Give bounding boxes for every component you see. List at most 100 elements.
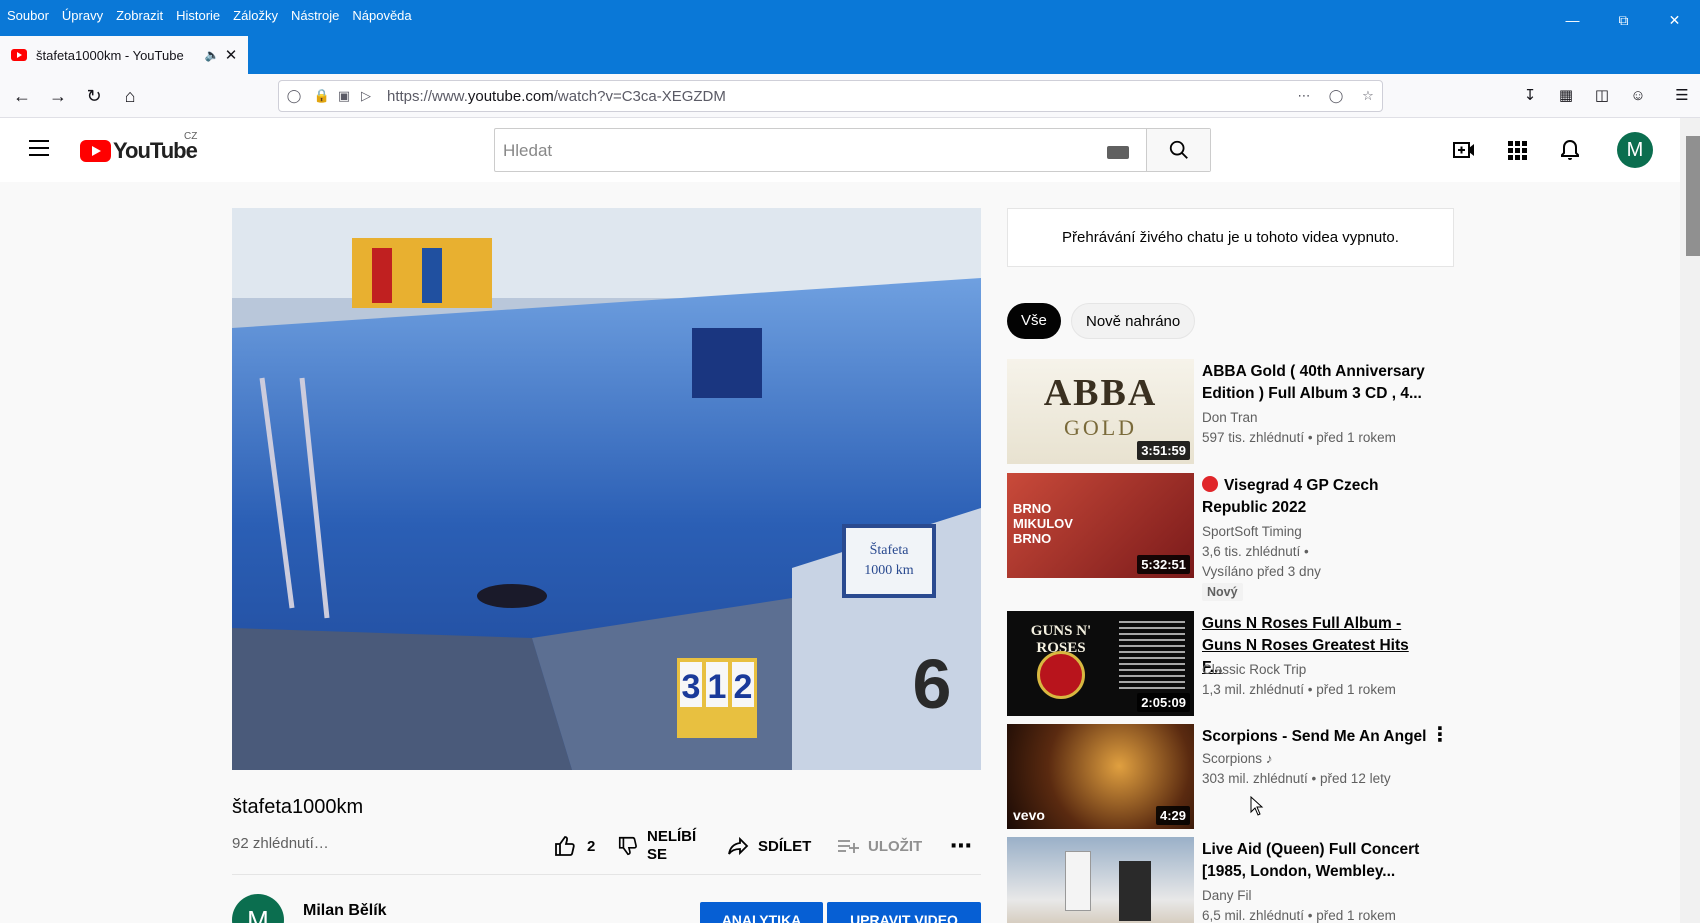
streamed-date: Vysíláno před 3 dny — [1202, 564, 1321, 579]
tab-title: štafeta1000km - YouTube — [36, 47, 184, 63]
video-title: štafeta1000km — [232, 796, 364, 818]
menu-zalozky[interactable]: Záložky — [233, 8, 278, 23]
forward-icon[interactable]: → — [46, 84, 70, 108]
downloads-icon[interactable]: ↧ — [1518, 84, 1542, 108]
dislike-label-2: SE — [647, 846, 668, 863]
autoplay-blocked-icon[interactable]: ▷ — [357, 87, 375, 105]
menu-nastroje[interactable]: Nástroje — [291, 8, 339, 23]
account-avatar[interactable]: M — [1617, 132, 1653, 168]
thumb-text: ABBA — [1043, 372, 1158, 414]
channel-name[interactable]: Classic Rock Trip — [1202, 662, 1306, 677]
like-button[interactable]: 2 — [553, 828, 595, 864]
home-icon[interactable]: ⌂ — [118, 84, 142, 108]
more-options-icon[interactable]: ⋮ — [1428, 725, 1452, 749]
chip-all[interactable]: Vše — [1007, 303, 1061, 339]
thumb-text: MIKULOV — [1013, 516, 1073, 531]
url-bar[interactable]: ◯ 🔒 ▣ ▷ https://www.youtube.com/watch?v=… — [278, 80, 1383, 112]
share-button[interactable]: SDÍLET — [726, 828, 811, 864]
recommendation-item[interactable]: ABBA GOLD 3:51:59 ABBA Gold ( 40th Anniv… — [1007, 359, 1455, 464]
youtube-favicon-icon — [11, 49, 27, 61]
save-button[interactable]: ULOŽIT — [836, 828, 922, 864]
back-icon[interactable]: ← — [10, 84, 34, 108]
duration-badge: 5:32:51 — [1137, 555, 1190, 574]
board-sign-line1: Štafeta — [870, 541, 910, 558]
page-actions-icon[interactable]: ⋯ — [1295, 87, 1313, 105]
keyboard-icon[interactable] — [1107, 146, 1129, 159]
live-chat-disabled-notice: Přehrávání živého chatu je u tohoto vide… — [1007, 208, 1454, 267]
video-stats: 6,5 mil. zhlédnutí • před 1 rokem — [1202, 908, 1396, 923]
counter-digit-2: 1 — [708, 668, 727, 706]
app-menu-icon[interactable]: ☰ — [1670, 84, 1694, 108]
video-thumbnail[interactable]: BRNO MIKULOV BRNO 5:32:51 — [1007, 473, 1194, 578]
recommendation-item[interactable]: vevo 4:29 Scorpions - Send Me An Angel S… — [1007, 724, 1455, 829]
video-stats: 303 mil. zhlédnutí • před 12 lety — [1202, 771, 1391, 786]
mouse-cursor-icon — [1250, 796, 1264, 816]
account-icon[interactable]: ☺ — [1626, 84, 1650, 108]
analytics-button[interactable]: ANALYTIKA — [700, 902, 823, 923]
menu-historie[interactable]: Historie — [176, 8, 220, 23]
recommendation-item[interactable]: BRNO MIKULOV BRNO 5:32:51 Visegrad 4 GP Cz… — [1007, 473, 1455, 601]
sidebar-toggle-icon[interactable]: ◫ — [1590, 84, 1614, 108]
duration-badge: 3:51:59 — [1137, 441, 1190, 460]
youtube-play-icon — [80, 140, 111, 162]
menu-bar: Soubor Úpravy Zobrazit Historie Záložky … — [0, 0, 1700, 34]
menu-zobrazit[interactable]: Zobrazit — [116, 8, 163, 23]
vevo-logo: vevo — [1013, 807, 1045, 823]
guide-menu-icon[interactable] — [29, 140, 49, 156]
video-thumbnail[interactable]: vevo 4:29 — [1007, 724, 1194, 829]
notifications-bell-icon[interactable] — [1558, 138, 1582, 162]
channel-name[interactable]: Scorpions ♪ — [1202, 751, 1273, 766]
library-icon[interactable]: ▦ — [1554, 84, 1578, 108]
share-icon — [728, 836, 749, 856]
channel-name[interactable]: Don Tran — [1202, 410, 1258, 425]
recommendation-item[interactable]: Live Aid (Queen) Full Concert [1985, Lond… — [1007, 837, 1455, 923]
scrollbar-thumb[interactable] — [1686, 136, 1700, 256]
youtube-logo[interactable]: YouTube CZ — [80, 131, 198, 164]
recommendation-item[interactable]: GUNS N' ROSES 2:05:09 Guns N Roses Full … — [1007, 611, 1455, 716]
channel-name[interactable]: SportSoft Timing — [1202, 524, 1302, 539]
search-icon — [1169, 140, 1188, 159]
search-box[interactable]: Hledat — [494, 128, 1211, 172]
menu-upravy[interactable]: Úpravy — [62, 8, 103, 23]
dislike-button[interactable]: NELÍBÍ SE — [617, 828, 696, 864]
tab-youtube[interactable]: štafeta1000km - YouTube 🔈 ✕ — [0, 36, 248, 74]
lane-number: 6 — [913, 645, 952, 723]
new-badge: Nový — [1202, 583, 1243, 601]
close-tab-icon[interactable]: ✕ — [220, 46, 242, 64]
url-text[interactable]: https://www.youtube.com/watch?v=C3ca-XEG… — [387, 88, 726, 105]
reload-icon[interactable]: ↻ — [82, 84, 106, 108]
video-thumbnail[interactable]: ABBA GOLD 3:51:59 — [1007, 359, 1194, 464]
edit-video-button[interactable]: UPRAVIT VIDEO — [827, 902, 981, 923]
video-thumbnail[interactable] — [1007, 837, 1194, 923]
more-actions-icon[interactable]: ⋯ — [950, 828, 972, 864]
create-video-icon[interactable] — [1452, 138, 1476, 162]
counter-digit-3: 2 — [734, 668, 753, 706]
permissions-icon[interactable]: ▣ — [335, 87, 353, 105]
duration-badge: 4:29 — [1155, 806, 1190, 825]
menu-napoveda[interactable]: Nápověda — [352, 8, 411, 23]
video-stats: 1,3 mil. zhlédnutí • před 1 rokem — [1202, 682, 1396, 697]
lock-icon[interactable]: 🔒 — [313, 87, 331, 105]
video-stats: 597 tis. zhlédnutí • před 1 rokem — [1202, 430, 1396, 445]
search-button[interactable] — [1146, 129, 1210, 171]
channel-name[interactable]: Milan Bělík — [303, 902, 387, 920]
search-input[interactable]: Hledat — [503, 141, 552, 161]
video-frame: Štafeta 1000 km 3 1 2 6 — [232, 208, 981, 770]
channel-avatar[interactable]: M — [232, 894, 284, 923]
like-count: 2 — [587, 837, 596, 855]
page-scrollbar[interactable] — [1680, 118, 1700, 923]
thumbs-up-icon — [555, 836, 575, 856]
menu-soubor[interactable]: Soubor — [7, 8, 49, 23]
live-dot-icon — [1202, 476, 1218, 492]
video-thumbnail[interactable]: GUNS N' ROSES 2:05:09 — [1007, 611, 1194, 716]
recommendation-title: Visegrad 4 GP Czech Republic 2022 — [1202, 476, 1379, 516]
channel-name[interactable]: Dany Fil — [1202, 888, 1252, 903]
video-player[interactable]: Štafeta 1000 km 3 1 2 6 — [232, 208, 981, 770]
apps-grid-icon[interactable] — [1505, 138, 1529, 162]
bookmark-star-icon[interactable]: ☆ — [1359, 87, 1377, 105]
speaker-icon[interactable]: 🔈 — [204, 48, 220, 62]
view-count[interactable]: 92 zhlédnutí… — [232, 835, 329, 852]
pocket-icon[interactable]: ◯ — [1327, 87, 1345, 105]
shield-icon[interactable]: ◯ — [285, 87, 303, 105]
chip-recently-uploaded[interactable]: Nově nahráno — [1071, 303, 1196, 339]
